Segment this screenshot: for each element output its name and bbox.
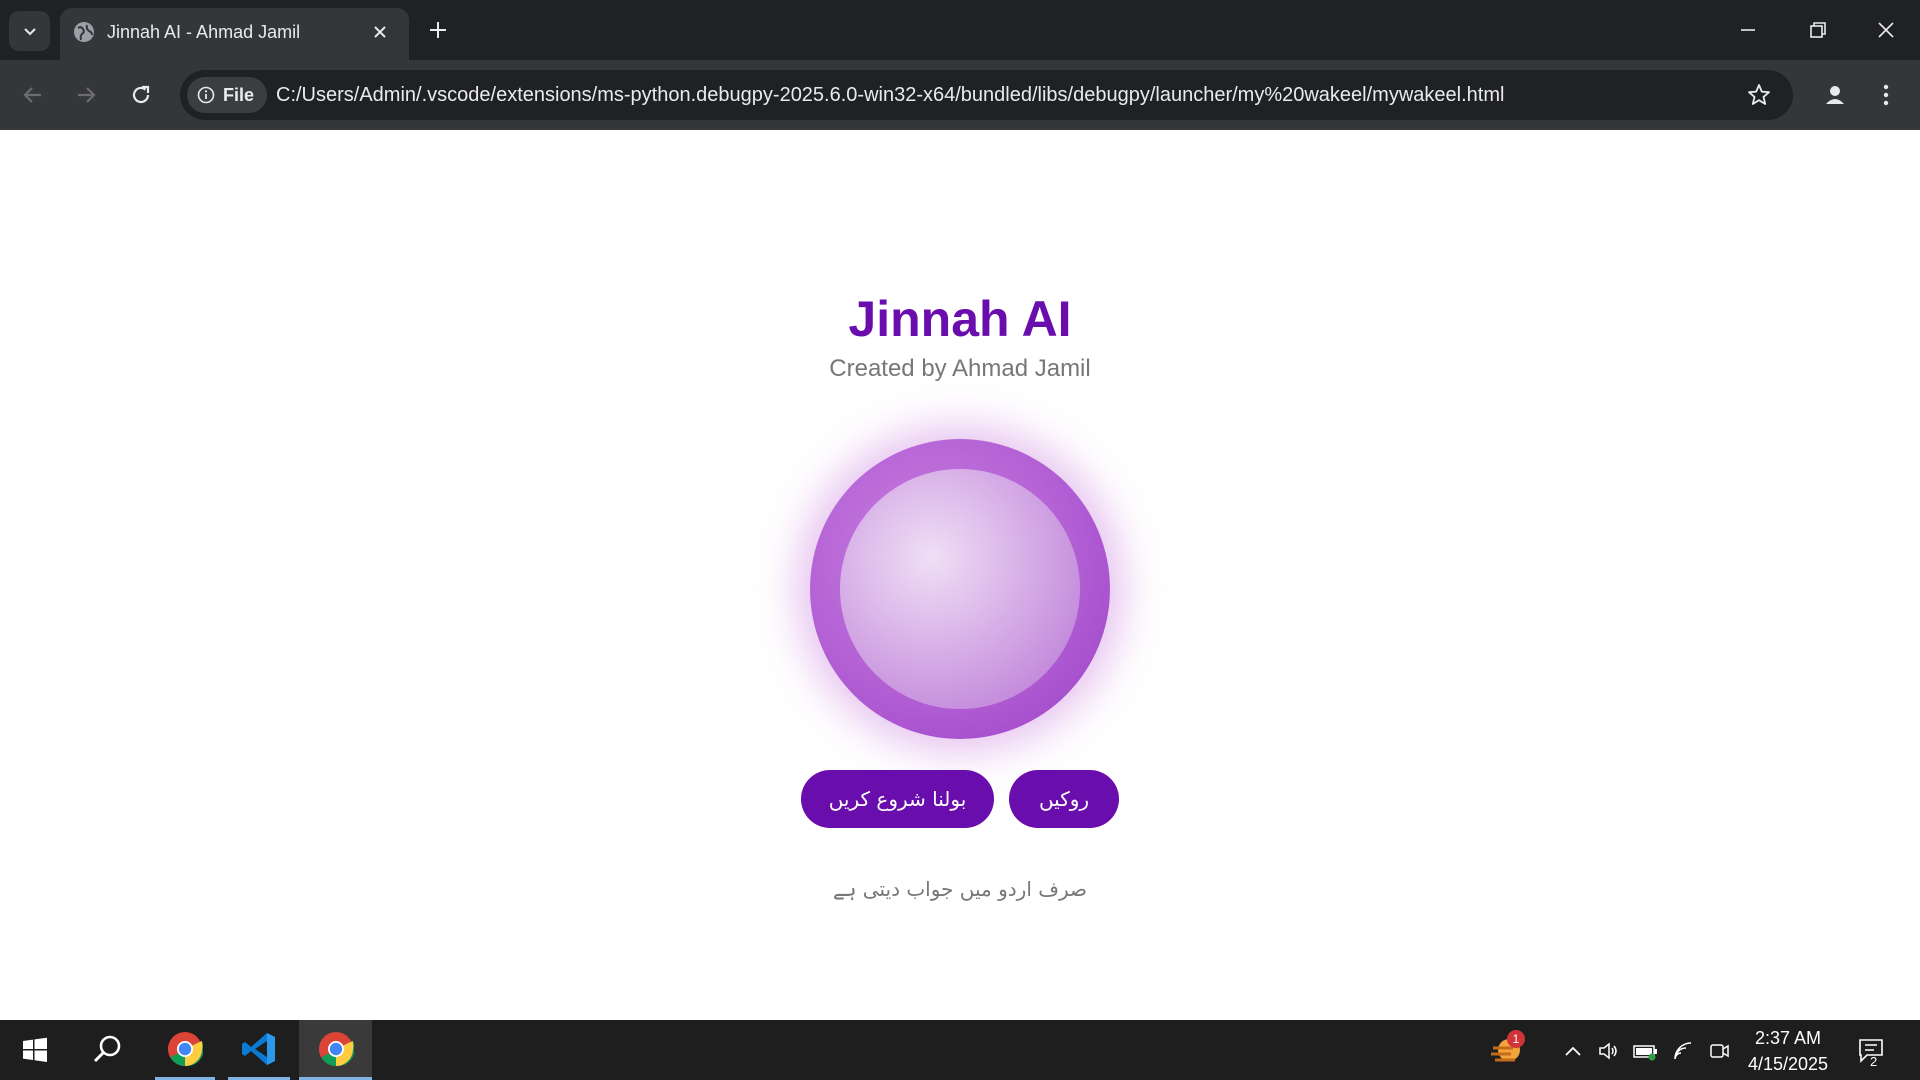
clock-time[interactable]: 2:37 AM	[1740, 1027, 1836, 1049]
info-icon	[197, 86, 215, 104]
profile-icon[interactable]	[1820, 80, 1850, 110]
chrome-icon	[318, 1031, 354, 1066]
browser-tab[interactable]: Jinnah AI - Ahmad Jamil	[60, 8, 409, 60]
voice-orb-core	[840, 469, 1080, 709]
browser-toolbar: File C:/Users/Admin/.vscode/extensions/m…	[0, 60, 1920, 130]
meet-now-icon[interactable]	[1708, 1040, 1730, 1062]
address-bar[interactable]: File C:/Users/Admin/.vscode/extensions/m…	[180, 70, 1793, 120]
taskbar-chrome-2[interactable]	[299, 1020, 372, 1080]
taskbar-vscode[interactable]	[228, 1020, 290, 1080]
close-window-icon[interactable]	[1871, 16, 1901, 44]
voice-orb[interactable]	[810, 439, 1110, 739]
volume-icon[interactable]	[1597, 1040, 1619, 1062]
taskbar: 1 2:37 AM 4/15/2025 2	[0, 1020, 1920, 1080]
taskbar-search[interactable]	[82, 1020, 132, 1080]
stop-button[interactable]: روکیں	[1009, 770, 1119, 828]
start-speaking-button[interactable]: بولنا شروع کریں	[801, 770, 994, 828]
start-button[interactable]	[10, 1020, 60, 1080]
tab-strip: Jinnah AI - Ahmad Jamil	[0, 0, 1920, 60]
notification-count: 2	[1870, 1054, 1878, 1069]
back-arrow-icon[interactable]	[20, 82, 46, 108]
tab-title: Jinnah AI - Ahmad Jamil	[107, 22, 301, 42]
more-menu-icon[interactable]	[1876, 82, 1896, 108]
page-content: Jinnah AI Created by Ahmad Jamil بولنا ش…	[0, 131, 1920, 1020]
page-subtitle: Created by Ahmad Jamil	[829, 355, 1091, 382]
battery-icon[interactable]	[1633, 1040, 1659, 1062]
clock-date[interactable]: 4/15/2025	[1740, 1053, 1836, 1075]
weather-badge: 1	[1507, 1030, 1525, 1048]
tab-search-button[interactable]	[9, 11, 50, 51]
search-icon	[93, 1035, 121, 1063]
close-tab-icon[interactable]	[368, 20, 392, 44]
site-info-chip[interactable]: File	[187, 77, 267, 113]
taskbar-chrome-1[interactable]	[155, 1020, 215, 1080]
chevron-down-icon	[23, 28, 36, 36]
restore-icon[interactable]	[1802, 16, 1832, 44]
forward-arrow-icon[interactable]	[73, 82, 99, 108]
minimize-icon[interactable]	[1733, 16, 1763, 44]
new-tab-icon[interactable]	[426, 18, 450, 42]
chrome-icon	[168, 1031, 203, 1066]
globe-icon	[74, 22, 94, 42]
chevron-up-icon[interactable]	[1562, 1040, 1584, 1062]
windows-start-icon	[23, 1037, 47, 1062]
reload-icon[interactable]	[128, 82, 154, 108]
language-note: صرف اردو میں جواب دیتی ہے	[833, 877, 1087, 901]
bookmark-star-icon[interactable]	[1746, 82, 1772, 108]
chip-label: File	[223, 85, 255, 105]
page-title: Jinnah AI	[848, 291, 1072, 347]
vscode-icon	[242, 1032, 275, 1065]
url-text[interactable]: C:/Users/Admin/.vscode/extensions/ms-pyt…	[276, 83, 1504, 107]
wifi-icon[interactable]	[1672, 1040, 1694, 1062]
